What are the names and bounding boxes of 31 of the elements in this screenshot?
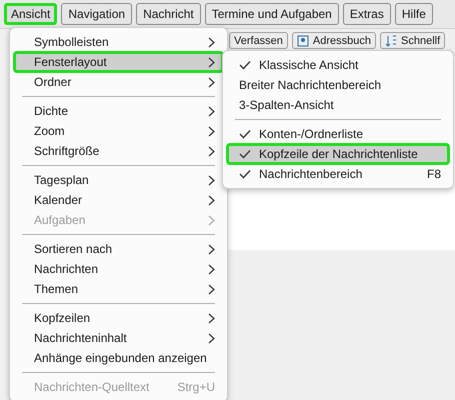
menu-bar-item[interactable]: Ansicht — [4, 3, 58, 25]
menu-item[interactable]: 3-Spalten-Ansicht — [227, 95, 449, 115]
menu-item[interactable]: Dichte — [14, 101, 223, 121]
menu-item[interactable]: Sortieren nach — [14, 239, 223, 259]
menu-bar-item[interactable]: Termine und Aufgaben — [204, 3, 339, 25]
menu-bar-item[interactable]: Hilfe — [394, 3, 433, 25]
sort-icon — [385, 34, 398, 46]
menu-item[interactable]: Kalender — [14, 190, 223, 210]
menu-item[interactable]: Symbolleisten — [14, 32, 223, 52]
menu-item[interactable]: Konten-/Ordnerliste — [227, 124, 449, 144]
menu-bar-item[interactable]: Navigation — [61, 3, 132, 25]
address-book-icon — [296, 34, 309, 46]
menu-item[interactable]: Ordner — [14, 72, 223, 92]
menu-bar-item[interactable]: Nachricht — [136, 3, 201, 25]
menu-item[interactable]: Nachrichteninhalt — [14, 328, 223, 348]
menu-item[interactable]: Tagesplan — [14, 170, 223, 190]
menu-item[interactable]: Kopfzeilen — [14, 308, 223, 328]
toolbar-button[interactable]: Verfassen — [229, 32, 288, 49]
menu-item[interactable]: Fensterlayout — [14, 52, 223, 72]
menu-item[interactable]: Anhänge eingebunden anzeigen — [14, 348, 223, 368]
toolbar-button[interactable]: Adressbuch — [292, 32, 376, 49]
menu-item[interactable]: Nachrichtenbereich F8 — [227, 164, 449, 184]
menu-item[interactable]: Klassische Ansicht — [227, 55, 449, 75]
menu-item[interactable]: Kopfzeile der Nachrichtenliste — [227, 144, 449, 164]
menu-item[interactable]: Nachrichten — [14, 259, 223, 279]
menu-item[interactable]: Zoom — [14, 121, 223, 141]
menu-item[interactable]: Themen — [14, 279, 223, 299]
menu-item[interactable]: Schriftgröße — [14, 141, 223, 161]
menu-bar-item[interactable]: Extras — [342, 3, 391, 25]
menu-item[interactable]: Breiter Nachrichtenbereich — [227, 75, 449, 95]
toolbar-button[interactable]: Schnellf — [380, 32, 446, 49]
